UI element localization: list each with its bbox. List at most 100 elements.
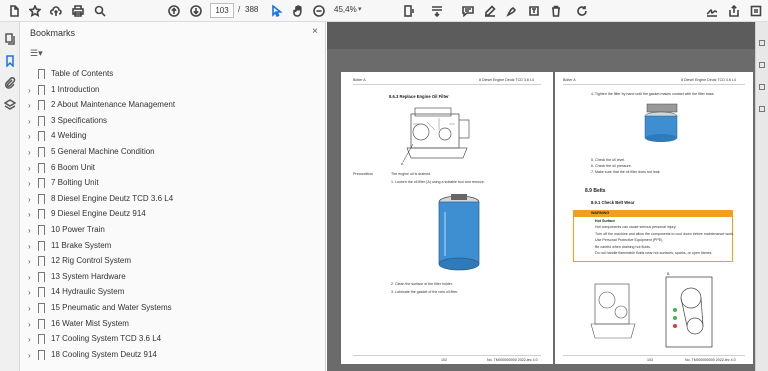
bookmark-options-button[interactable]: ☰▾ <box>30 48 50 60</box>
bookmark-item[interactable]: › 10 Power Train <box>20 223 320 238</box>
bookmark-item[interactable]: › 4 Welding <box>20 129 320 144</box>
bookmark-label: 1 Introduction <box>51 84 100 94</box>
select-cursor-icon[interactable] <box>268 3 284 19</box>
header-rule <box>563 84 745 85</box>
chevron-right-icon[interactable]: › <box>28 288 31 297</box>
page-header-left: Bolter A <box>563 78 576 82</box>
delete-icon[interactable] <box>548 3 564 19</box>
section-heading: 8.6.3 Replace Engine Oil Filter <box>389 94 449 99</box>
tool-icon[interactable] <box>759 62 765 68</box>
chevron-right-icon[interactable]: › <box>28 101 31 110</box>
step-6: 6. Check the oil pressure. <box>591 164 632 168</box>
tool-icon[interactable] <box>759 40 765 46</box>
chevron-right-icon[interactable]: › <box>28 132 31 141</box>
bookmark-item[interactable]: › 3 Specifications <box>20 114 320 129</box>
bookmark-item[interactable]: › 6 Boom Unit <box>20 161 320 176</box>
bookmark-page-icon <box>38 193 45 204</box>
page-down-icon[interactable] <box>188 3 204 19</box>
chevron-right-icon[interactable]: › <box>28 210 31 219</box>
print-icon[interactable] <box>70 3 86 19</box>
fit-page-icon[interactable] <box>401 3 417 19</box>
tool-icon[interactable] <box>759 106 765 112</box>
hand-tool-icon[interactable] <box>290 3 306 19</box>
bookmark-page-icon <box>38 240 45 251</box>
bookmark-page-icon <box>38 256 45 267</box>
bookmark-item[interactable]: › 12 Rig Control System <box>20 254 320 269</box>
bookmark-item[interactable]: Table of Contents <box>20 67 320 82</box>
bookmark-page-icon <box>38 303 45 313</box>
file-icon[interactable] <box>6 3 22 19</box>
step-7: 7. Make sure that the oil filter does no… <box>591 170 661 174</box>
zoom-level[interactable]: 45,4% <box>334 5 357 14</box>
chevron-right-icon[interactable]: › <box>28 179 31 188</box>
settings-icon[interactable] <box>748 3 764 19</box>
chevron-right-icon[interactable]: › <box>28 335 31 344</box>
star-icon[interactable] <box>27 3 43 19</box>
footer-rule <box>353 355 541 356</box>
bookmark-page-icon <box>38 147 45 157</box>
bookmark-item[interactable]: › 16 Water Mist System <box>20 317 320 332</box>
warning-title: WARNING <box>591 210 610 215</box>
bookmark-page-icon <box>38 100 45 111</box>
share-icon[interactable] <box>726 3 742 19</box>
layers-icon[interactable] <box>3 98 17 110</box>
document-number-left: No. TM000000000 2022-tec 4.0 <box>487 358 538 362</box>
chevron-right-icon[interactable]: › <box>28 351 31 360</box>
footer-rule <box>563 355 745 356</box>
bookmark-label: 11 Brake System <box>51 240 112 250</box>
bookmark-item[interactable]: › 8 Diesel Engine Deutz TCD 3.6 L4 <box>20 192 320 207</box>
cloud-upload-icon[interactable] <box>48 3 64 19</box>
bookmark-item[interactable]: › 14 Hydraulic System <box>20 285 320 300</box>
bookmark-label: 9 Diesel Engine Deutz 914 <box>51 209 146 219</box>
page-total: 388 <box>245 5 259 14</box>
chevron-right-icon[interactable]: › <box>28 257 31 266</box>
bookmark-item[interactable]: › 11 Brake System <box>20 239 320 254</box>
highlight-pen-icon[interactable] <box>482 3 498 19</box>
chevron-right-icon[interactable]: › <box>28 148 31 157</box>
draw-icon[interactable] <box>504 3 520 19</box>
bookmark-item[interactable]: › 1 Introduction <box>20 83 320 98</box>
close-icon[interactable]: × <box>312 26 318 37</box>
chevron-right-icon[interactable]: › <box>28 195 31 204</box>
bookmark-label: 13 System Hardware <box>51 271 126 281</box>
attachment-icon[interactable] <box>4 76 16 89</box>
bookmark-item[interactable]: › 9 Diesel Engine Deutz 914 <box>20 207 320 222</box>
chevron-right-icon[interactable]: › <box>28 320 31 329</box>
warning-line: Turn off the machine and allow the compo… <box>595 231 735 236</box>
bookmark-item[interactable]: › 17 Cooling System TCD 3.6 L4 <box>20 332 320 347</box>
bookmark-item[interactable]: › 7 Bolting Unit <box>20 176 320 191</box>
search-icon[interactable] <box>92 3 108 19</box>
text-edit-icon[interactable] <box>526 3 542 19</box>
page-up-icon[interactable] <box>166 3 182 19</box>
tool-icon[interactable] <box>759 84 765 90</box>
chevron-right-icon[interactable]: › <box>28 304 31 313</box>
comment-icon[interactable] <box>460 3 476 19</box>
precondition-label: Precondition <box>353 172 373 176</box>
chevron-right-icon[interactable]: › <box>28 273 31 282</box>
chevron-right-icon[interactable]: › <box>28 242 31 251</box>
page-number-input[interactable]: 103 <box>210 3 234 18</box>
rotate-icon[interactable] <box>574 3 590 19</box>
chevron-right-icon[interactable]: › <box>28 86 31 95</box>
chevron-right-icon[interactable]: › <box>28 117 31 126</box>
document-viewport[interactable]: Bolter A 8 Diesel Engine Deutz TCD 3.6 L… <box>327 22 768 371</box>
navigation-rail <box>0 22 20 371</box>
zoom-dropdown[interactable]: ▾ <box>358 5 362 13</box>
zoom-out-icon[interactable] <box>311 3 327 19</box>
bookmark-label: 4 Welding <box>51 131 87 141</box>
header-rule <box>353 84 541 85</box>
sign-icon[interactable] <box>704 3 720 19</box>
bookmark-item[interactable]: › 15 Pneumatic and Water Systems <box>20 301 320 316</box>
thumbnails-icon[interactable] <box>4 32 16 45</box>
bookmark-page-icon <box>38 115 45 126</box>
bookmark-item[interactable]: › 18 Cooling System Deutz 914 <box>20 348 320 363</box>
bookmark-item[interactable]: › 2 About Maintenance Management <box>20 98 320 113</box>
chevron-right-icon[interactable]: › <box>28 226 31 235</box>
bookmark-icon[interactable] <box>4 54 16 68</box>
main-toolbar: 103 / 388 45,4% ▾ <box>0 0 768 22</box>
bookmark-item[interactable]: › 5 General Machine Condition <box>20 145 320 160</box>
scroll-mode-icon[interactable] <box>429 3 445 19</box>
chevron-right-icon[interactable]: › <box>28 164 31 173</box>
bookmark-label: 16 Water Mist System <box>51 318 129 328</box>
bookmark-item[interactable]: › 13 System Hardware <box>20 270 320 285</box>
